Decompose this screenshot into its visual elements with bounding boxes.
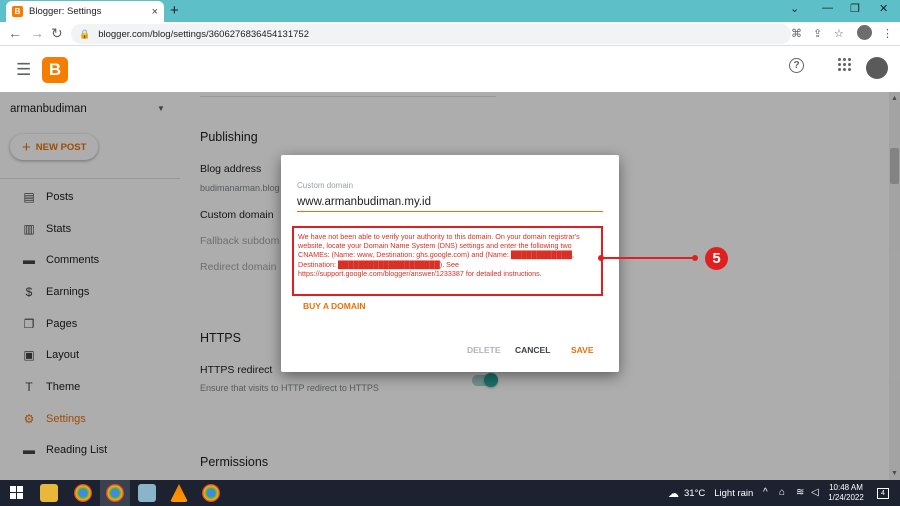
bookmark-star-icon[interactable]: ☆: [834, 27, 844, 40]
minimize-button[interactable]: —: [822, 2, 833, 14]
tab-title: Blogger: Settings: [29, 6, 102, 17]
temperature: 31°C: [684, 488, 706, 499]
url-text: blogger.com/blog/settings/36062768364541…: [98, 28, 309, 40]
chrome-profile-icon[interactable]: [202, 484, 220, 502]
notepad-icon[interactable]: [138, 484, 156, 502]
domain-verification-error: We have not been able to verify your aut…: [298, 232, 580, 278]
translate-icon[interactable]: ⌘: [791, 27, 802, 40]
blogger-logo[interactable]: B: [42, 57, 68, 83]
save-button[interactable]: SAVE: [571, 345, 594, 355]
annotation-pointer-line: [603, 257, 695, 259]
tab-close-icon[interactable]: ×: [152, 6, 158, 18]
clock-date: 1/24/2022: [828, 493, 864, 502]
file-explorer-icon[interactable]: [40, 484, 58, 502]
weather-condition: Light rain: [714, 488, 754, 499]
address-bar[interactable]: 🔒 blogger.com/blog/settings/360627683645…: [71, 24, 791, 44]
tab-search-icon[interactable]: ⌄: [790, 2, 799, 15]
windows-start-icon[interactable]: [10, 486, 23, 499]
google-apps-icon[interactable]: [838, 58, 852, 72]
browser-tab[interactable]: B Blogger: Settings ×: [6, 1, 164, 22]
network-icon[interactable]: ⌂: [779, 487, 785, 498]
browser-profile-avatar[interactable]: [857, 25, 872, 40]
annotation-dot: [692, 255, 698, 261]
reload-icon[interactable]: ↻: [51, 25, 63, 42]
hamburger-menu-icon[interactable]: ☰: [16, 60, 31, 80]
share-icon[interactable]: ⇪: [813, 27, 822, 40]
delete-button[interactable]: DELETE: [467, 345, 501, 355]
chrome-icon[interactable]: [74, 484, 92, 502]
back-icon[interactable]: ←: [8, 25, 22, 41]
custom-domain-field-label: Custom domain: [297, 181, 354, 190]
help-icon[interactable]: ?: [789, 58, 804, 73]
annotation-dot: [598, 255, 604, 261]
cloud-rain-icon: ☁: [668, 488, 679, 500]
buy-domain-button[interactable]: BUY A DOMAIN: [303, 301, 366, 311]
tray-chevron-up-icon[interactable]: ^: [763, 487, 768, 498]
annotation-step-badge: 5: [705, 247, 728, 270]
browser-menu-icon[interactable]: ⋮: [882, 27, 893, 40]
custom-domain-input[interactable]: www.armanbudiman.my.id: [297, 196, 431, 208]
account-avatar[interactable]: [866, 57, 888, 79]
blogger-favicon-icon: B: [12, 6, 23, 17]
lock-icon: 🔒: [79, 28, 91, 39]
new-tab-button[interactable]: +: [170, 2, 179, 19]
cancel-button[interactable]: CANCEL: [515, 345, 550, 355]
volume-icon[interactable]: ◁: [811, 487, 819, 498]
input-underline: [297, 211, 603, 212]
notification-center-icon[interactable]: 4: [877, 488, 889, 499]
chrome-active-icon[interactable]: [106, 484, 124, 502]
wifi-icon[interactable]: ≋: [796, 487, 804, 498]
restore-button[interactable]: ❐: [850, 2, 860, 15]
clock-time: 10:48 AM: [829, 483, 863, 492]
weather-widget[interactable]: ☁ 31°C Light rain: [668, 487, 753, 500]
close-window-button[interactable]: ✕: [879, 2, 888, 15]
taskbar-clock[interactable]: 10:48 AM 1/24/2022: [826, 483, 866, 503]
blogger-header: [0, 46, 900, 92]
forward-icon[interactable]: →: [30, 25, 44, 41]
